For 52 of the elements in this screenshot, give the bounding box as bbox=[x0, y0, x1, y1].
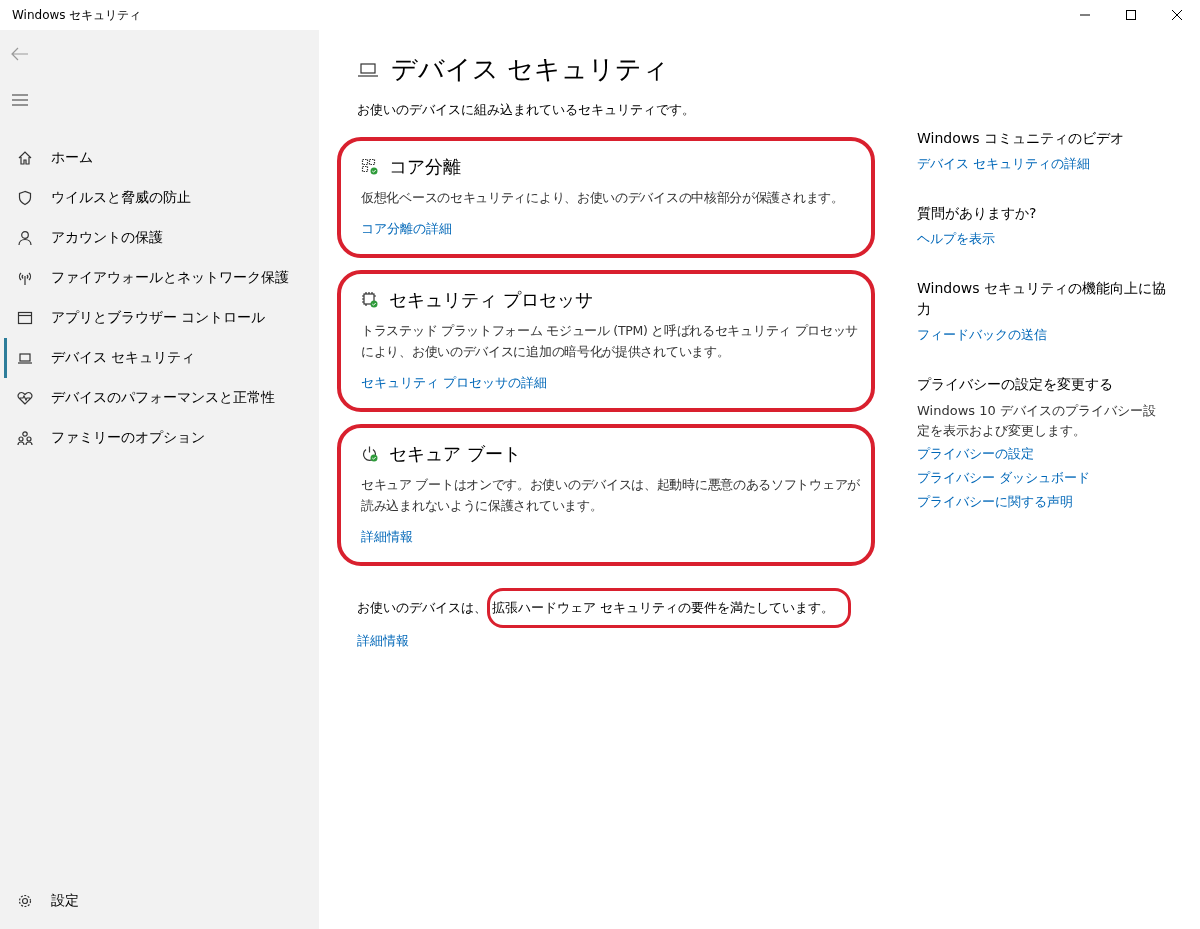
aside-link[interactable]: プライバシーに関する声明 bbox=[917, 493, 1073, 511]
status-text: お使いのデバイスは、 bbox=[357, 599, 487, 617]
section-description: 仮想化ベースのセキュリティにより、お使いのデバイスの中核部分が保護されます。 bbox=[361, 189, 845, 207]
window-icon bbox=[17, 310, 33, 326]
aside-link[interactable]: ヘルプを表示 bbox=[917, 230, 995, 248]
sidebar-item[interactable]: ファミリーのオプション bbox=[4, 418, 319, 458]
aside-text: Windows 10 デバイスのプライバシー設定を表示および変更します。 bbox=[917, 402, 1157, 440]
aside-heading: Windows コミュニティのビデオ bbox=[917, 129, 1125, 148]
sidebar-item[interactable]: デバイス セキュリティ bbox=[4, 338, 319, 378]
page-subtitle: お使いのデバイスに組み込まれているセキュリティです。 bbox=[357, 101, 696, 119]
circled-text: 拡張ハードウェア セキュリティの要件を満たしています。 bbox=[487, 588, 852, 628]
core-isolation-icon bbox=[361, 158, 379, 176]
person-icon bbox=[17, 230, 33, 246]
section-description: トラステッド プラットフォーム モジュール (TPM) と呼ばれるセキュリティ プロセッサにより、お使いのデバイスに追加の暗号化が提供されています。 bbox=[361, 322, 860, 361]
aside-link[interactable]: フィードバックの送信 bbox=[917, 326, 1047, 344]
page-title: デバイス セキュリティ bbox=[391, 53, 670, 86]
home-icon bbox=[17, 150, 33, 166]
details-link[interactable]: コア分離の詳細 bbox=[361, 220, 452, 238]
aside-link[interactable]: プライバシー ダッシュボード bbox=[917, 469, 1091, 487]
aside-heading: プライバシーの設定を変更する bbox=[917, 375, 1114, 394]
aside-heading: 質問がありますか? bbox=[917, 204, 1038, 223]
power-icon bbox=[361, 445, 379, 463]
sidebar-item[interactable]: ウイルスと脅威の防止 bbox=[4, 178, 319, 218]
details-link[interactable]: 詳細情報 bbox=[357, 632, 409, 650]
family-icon bbox=[17, 430, 33, 446]
window-title: Windows セキュリティ bbox=[12, 6, 142, 24]
sidebar-item[interactable]: アカウントの保護 bbox=[4, 218, 319, 258]
section-title: セキュリティ プロセッサ bbox=[389, 288, 593, 312]
details-link[interactable]: 詳細情報 bbox=[361, 528, 413, 546]
settings-icon bbox=[17, 893, 33, 909]
aside-heading: Windows セキュリティの機能向上に協力 bbox=[917, 279, 1167, 319]
sidebar-item[interactable]: デバイスのパフォーマンスと正常性 bbox=[4, 378, 319, 418]
sidebar-item[interactable]: ファイアウォールとネットワーク保護 bbox=[4, 258, 319, 298]
sidebar-item[interactable]: アプリとブラウザー コントロール bbox=[4, 298, 319, 338]
heart-icon bbox=[17, 390, 33, 406]
back-arrow-icon bbox=[11, 47, 29, 61]
close-icon bbox=[1172, 10, 1182, 20]
chip-icon bbox=[361, 291, 379, 309]
details-link[interactable]: セキュリティ プロセッサの詳細 bbox=[361, 374, 548, 392]
section-description: セキュア ブートはオンです。お使いのデバイスは、起動時に悪意のあるソフトウェアが読み込まれないように保護されています。 bbox=[361, 476, 861, 515]
section-title: セキュア ブート bbox=[389, 442, 521, 466]
section-title: コア分離 bbox=[389, 155, 461, 179]
laptop-icon bbox=[17, 350, 33, 366]
sidebar-item[interactable]: ホーム bbox=[4, 138, 319, 178]
antenna-icon bbox=[17, 270, 33, 286]
aside-link[interactable]: デバイス セキュリティの詳細 bbox=[917, 155, 1091, 173]
menu-icon bbox=[12, 94, 28, 106]
shield-icon bbox=[17, 190, 33, 206]
laptop-icon bbox=[357, 60, 379, 79]
settings-item[interactable]: 設定 bbox=[4, 881, 319, 921]
maximize-icon bbox=[1126, 10, 1136, 20]
aside-link[interactable]: プライバシーの設定 bbox=[917, 445, 1034, 463]
